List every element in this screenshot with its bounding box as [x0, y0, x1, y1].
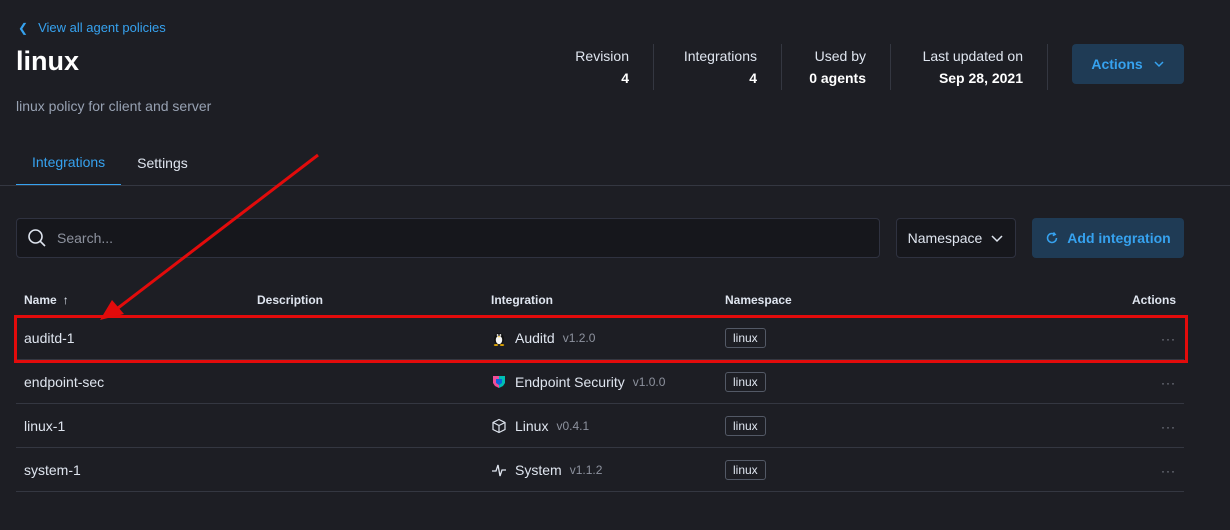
more-actions-icon[interactable]: ···: [1161, 420, 1176, 434]
stat-value: 4: [749, 70, 757, 86]
table-row: auditd-1 Auditd v1.2.0 linux ···: [16, 316, 1184, 360]
row-integration[interactable]: System v1.1.2: [483, 462, 717, 478]
tab-integrations[interactable]: Integrations: [16, 140, 122, 186]
stat-last-updated: Last updated on Sep 28, 2021: [891, 44, 1048, 90]
column-header-namespace: Namespace: [725, 292, 792, 307]
actions-button-label: Actions: [1091, 56, 1143, 72]
search-icon: [28, 229, 46, 247]
back-link[interactable]: ❮ View all agent policies: [18, 20, 166, 35]
integration-name: Endpoint Security: [515, 373, 625, 390]
agent-policy-page: ❮ View all agent policies linux linux po…: [0, 0, 1230, 530]
namespace-badge: linux: [725, 327, 766, 348]
row-actions: ···: [1067, 374, 1184, 390]
table-row: linux-1 Linux v0.4.1 linux ···: [16, 404, 1184, 448]
namespace-badge: linux: [725, 459, 766, 480]
add-integration-label: Add integration: [1067, 230, 1171, 246]
table-header: Name ↑ Description Integration Namespace…: [16, 284, 1184, 316]
add-integration-button[interactable]: Add integration: [1032, 218, 1184, 258]
search-input[interactable]: [57, 230, 837, 246]
stat-used-by: Used by 0 agents: [782, 44, 891, 90]
stat-label: Integrations: [683, 48, 757, 64]
stat-revision: Revision 4: [550, 44, 654, 90]
policy-stats: Revision 4 Integrations 4 Used by 0 agen…: [550, 44, 1048, 90]
integration-name: System: [515, 461, 562, 478]
stat-value: 4: [621, 70, 629, 86]
tab-bar: Integrations Settings: [16, 140, 204, 186]
row-namespace: linux: [717, 459, 1067, 480]
integration-version: v1.2.0: [562, 330, 596, 345]
chevron-left-icon: ❮: [18, 20, 29, 35]
integration-name: Auditd: [515, 329, 555, 346]
row-name[interactable]: linux-1: [16, 418, 249, 434]
row-integration[interactable]: Linux v0.4.1: [483, 418, 717, 434]
column-header-actions: Actions: [1131, 292, 1176, 307]
row-integration[interactable]: Auditd v1.2.0: [483, 330, 717, 346]
search-field[interactable]: [16, 218, 880, 258]
stat-integrations: Integrations 4: [654, 44, 782, 90]
refresh-icon: [1047, 232, 1058, 244]
more-actions-icon[interactable]: ···: [1161, 332, 1176, 346]
actions-button[interactable]: Actions: [1072, 44, 1184, 84]
table-row: endpoint-sec Endpoint Security v1.0.0 li…: [16, 360, 1184, 404]
column-header-name-label: Name: [24, 292, 57, 307]
row-namespace: linux: [717, 415, 1067, 436]
row-name[interactable]: endpoint-sec: [16, 374, 249, 390]
integration-version: v1.1.2: [569, 462, 603, 477]
row-actions: ···: [1067, 462, 1184, 478]
row-integration[interactable]: Endpoint Security v1.0.0: [483, 374, 717, 390]
stat-value[interactable]: 0 agents: [809, 70, 866, 86]
integrations-table: Name ↑ Description Integration Namespace…: [16, 284, 1184, 492]
pulse-icon: [491, 462, 507, 478]
more-actions-icon[interactable]: ···: [1161, 464, 1176, 478]
namespace-badge: linux: [725, 371, 766, 392]
more-actions-icon[interactable]: ···: [1161, 376, 1176, 390]
integration-name: Linux: [515, 417, 549, 434]
page-title: linux: [16, 46, 80, 76]
chevron-down-icon: [1154, 61, 1164, 68]
tab-settings[interactable]: Settings: [121, 140, 204, 186]
row-actions: ···: [1067, 418, 1184, 434]
stat-value: Sep 28, 2021: [938, 70, 1023, 86]
sort-ascending-icon: ↑: [62, 292, 69, 307]
namespace-filter-button[interactable]: Namespace: [896, 218, 1016, 258]
namespace-badge: linux: [725, 415, 766, 436]
integration-version: v0.4.1: [556, 418, 590, 433]
column-header-description: Description: [257, 292, 324, 307]
tabs-divider: [0, 185, 1230, 186]
column-header-integration: Integration: [491, 292, 553, 307]
chevron-down-icon: [991, 235, 1003, 243]
row-name[interactable]: auditd-1: [16, 330, 249, 346]
stat-label: Last updated on: [922, 48, 1023, 64]
integration-version: v1.0.0: [632, 374, 666, 389]
endpoint-security-icon: [491, 374, 507, 390]
row-namespace: linux: [717, 371, 1067, 392]
penguin-icon: [491, 330, 507, 346]
row-actions: ···: [1067, 330, 1184, 346]
back-link-label: View all agent policies: [38, 20, 166, 35]
stat-label: Used by: [814, 48, 866, 64]
page-description: linux policy for client and server: [16, 98, 212, 114]
row-name[interactable]: system-1: [16, 462, 249, 478]
cube-icon: [491, 418, 507, 434]
stat-label: Revision: [575, 48, 629, 64]
namespace-filter-label: Namespace: [907, 230, 983, 246]
column-header-name[interactable]: Name ↑: [16, 293, 249, 307]
row-namespace: linux: [717, 327, 1067, 348]
table-row: system-1 System v1.1.2 linux ···: [16, 448, 1184, 492]
